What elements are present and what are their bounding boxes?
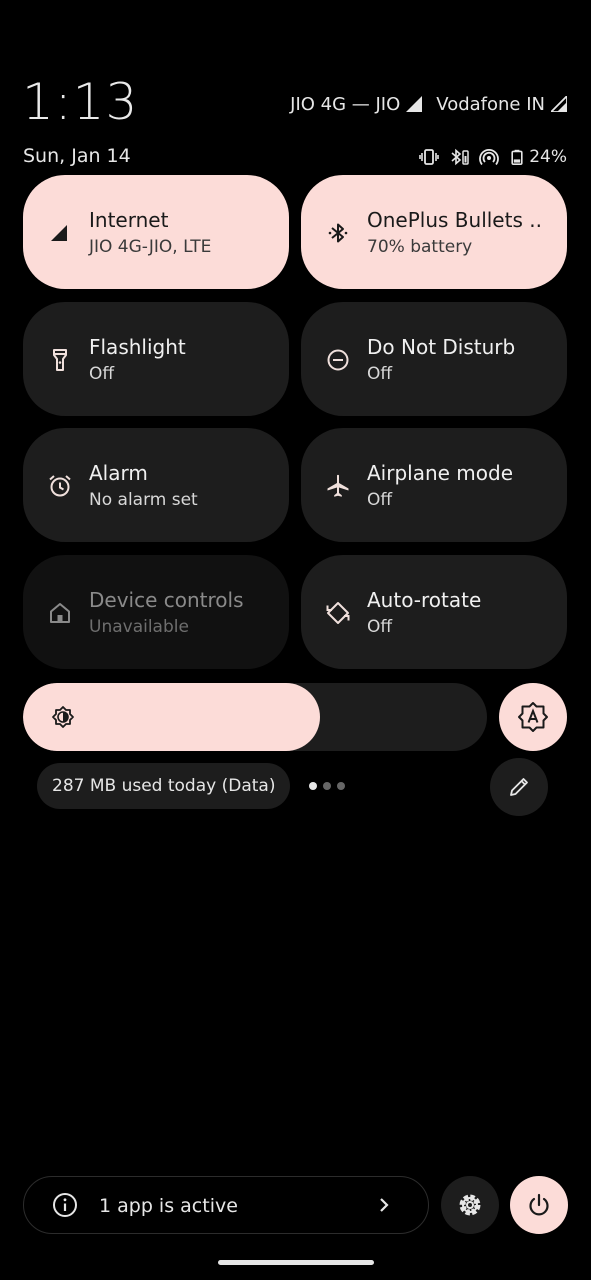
battery-icon [511, 149, 523, 165]
rotate-icon [326, 602, 350, 624]
edit-tiles-button[interactable] [490, 758, 548, 816]
gesture-navigation-bar[interactable] [218, 1260, 374, 1265]
tile-title: OnePlus Bullets .. [367, 208, 542, 232]
signal-strength-icon [406, 96, 423, 112]
tile-subtitle: Off [89, 364, 115, 384]
alarm-icon [49, 475, 71, 497]
clock[interactable]: 1:13 [22, 72, 138, 132]
tile-subtitle: Off [367, 364, 393, 384]
power-button[interactable] [510, 1176, 568, 1234]
tile-title: Alarm [89, 461, 148, 485]
page-dot [323, 782, 331, 790]
home-icon [50, 603, 70, 623]
active-apps-label: 1 app is active [99, 1195, 238, 1217]
bluetooth-icon [328, 223, 348, 243]
tile-subtitle: JIO 4G-JIO, LTE [89, 237, 212, 257]
tile-title: Flashlight [89, 335, 186, 359]
vibrate-icon [419, 149, 440, 165]
tile-subtitle: Unavailable [89, 617, 189, 637]
auto-brightness-icon [518, 702, 548, 732]
tile-subtitle: Off [367, 617, 393, 637]
power-icon [529, 1193, 549, 1216]
battery-percent: 24% [529, 147, 567, 167]
signal-strength-icon-2 [551, 96, 567, 112]
brightness-slider[interactable] [23, 683, 487, 751]
tile-auto-rotate[interactable]: Auto-rotate Off [301, 555, 567, 669]
auto-brightness-button[interactable] [499, 683, 567, 751]
tile-do-not-disturb[interactable]: Do Not Disturb Off [301, 302, 567, 416]
tile-title: Device controls [89, 588, 244, 612]
tile-subtitle: No alarm set [89, 490, 198, 510]
active-apps-button[interactable]: 1 app is active [23, 1176, 429, 1234]
data-usage-chip[interactable]: 287 MB used today (Data) [37, 763, 291, 809]
signal-icon [51, 225, 67, 241]
carrier-2-label: Vodafone IN [436, 93, 545, 115]
tile-airplane-mode[interactable]: Airplane mode Off [301, 428, 567, 542]
tile-title: Airplane mode [367, 461, 514, 485]
carrier-1-label: JIO 4G — JIO [290, 93, 401, 115]
chevron-right-icon [380, 1198, 389, 1212]
page-dot [337, 782, 345, 790]
airplane-icon [327, 474, 349, 497]
info-icon [53, 1193, 77, 1217]
tile-flashlight[interactable]: Flashlight Off [23, 302, 289, 416]
hotspot-icon [479, 149, 500, 166]
tile-title: Internet [89, 208, 169, 232]
tile-title: Do Not Disturb [367, 335, 516, 359]
tile-subtitle: Off [367, 490, 393, 510]
pencil-icon [510, 778, 528, 796]
tile-subtitle: 70% battery [367, 237, 473, 257]
page-indicator [309, 782, 345, 790]
flashlight-icon [53, 349, 67, 371]
settings-button[interactable] [441, 1176, 499, 1234]
gear-icon [459, 1194, 481, 1216]
date[interactable]: Sun, Jan 14 [23, 143, 131, 169]
tile-title: Auto-rotate [367, 588, 482, 612]
brightness-icon [52, 706, 74, 728]
tile-alarm[interactable]: Alarm No alarm set [23, 428, 289, 542]
page-dot-active [309, 782, 317, 790]
tile-bluetooth[interactable]: OnePlus Bullets .. 70% battery [301, 175, 567, 289]
status-icons: 24% [419, 144, 567, 170]
tile-internet[interactable]: Internet JIO 4G-JIO, LTE [23, 175, 289, 289]
bluetooth-battery-icon [451, 148, 469, 166]
tile-device-controls[interactable]: Device controls Unavailable [23, 555, 289, 669]
dnd-icon [327, 349, 349, 371]
carrier-status: JIO 4G — JIO Vodafone IN [290, 91, 567, 117]
